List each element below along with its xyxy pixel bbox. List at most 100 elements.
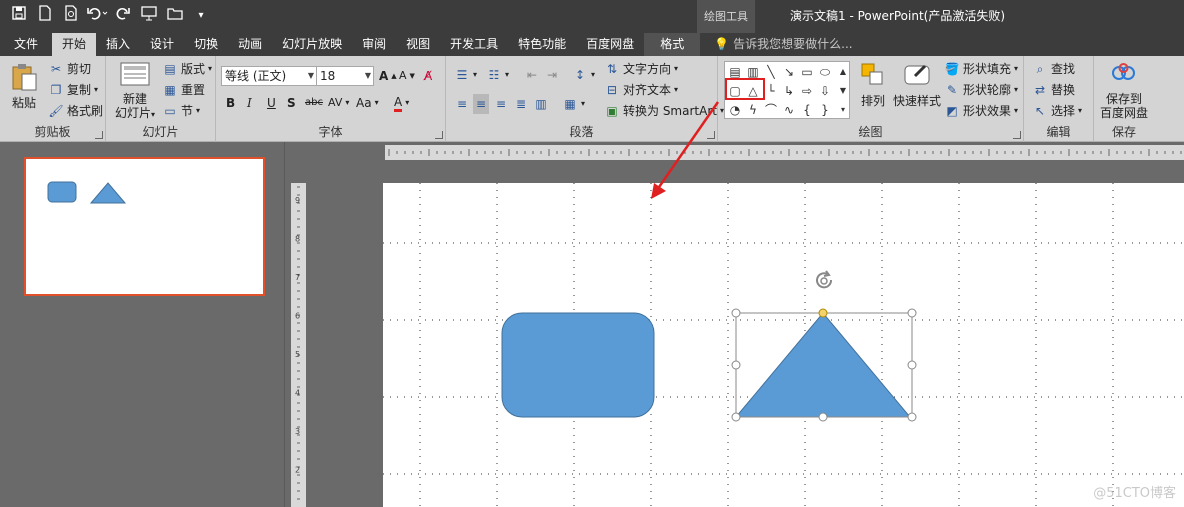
new-file-icon[interactable]: [34, 5, 56, 27]
tab-slideshow[interactable]: 幻灯片放映: [272, 33, 352, 56]
tab-format[interactable]: 格式: [644, 33, 701, 56]
tab-insert[interactable]: 插入: [96, 33, 140, 56]
justify-icon: ≣: [515, 97, 527, 111]
tab-design[interactable]: 设计: [140, 33, 184, 56]
left-brace-shape-icon[interactable]: {: [799, 102, 815, 118]
format-painter-button[interactable]: 🖌 格式刷: [48, 101, 103, 121]
cut-button[interactable]: ✂ 剪切: [48, 59, 91, 79]
font-launcher[interactable]: [435, 131, 443, 139]
slide-thumbnail-1[interactable]: [24, 157, 265, 296]
vertical-ruler[interactable]: 9 8 7 6 5 4 3 2: [291, 183, 306, 507]
shape-outline-button[interactable]: ✎ 形状轮廓 ▾: [944, 80, 1018, 100]
drawing-launcher[interactable]: [1013, 131, 1021, 139]
vertical-ruler-label: 9: [295, 196, 300, 205]
rectangle-shape-icon[interactable]: ▭: [799, 64, 815, 80]
increase-indent-button[interactable]: ⇥: [544, 65, 560, 85]
tab-animations[interactable]: 动画: [228, 33, 272, 56]
slide-canvas[interactable]: [383, 183, 1184, 507]
curve-shape-icon[interactable]: ∿: [781, 102, 797, 118]
right-arrow-shape-icon[interactable]: ⇨: [799, 83, 815, 99]
redo-icon[interactable]: [112, 5, 134, 27]
adjust-handle[interactable]: [818, 308, 828, 318]
grow-font-button[interactable]: A ▲: [379, 66, 397, 86]
strikethrough-button[interactable]: abc: [305, 93, 323, 113]
shape-fill-button[interactable]: 🪣 形状填充 ▾: [944, 59, 1019, 79]
right-brace-shape-icon[interactable]: }: [817, 102, 833, 118]
bold-button[interactable]: B: [226, 93, 235, 113]
align-center-button[interactable]: ≡: [473, 94, 489, 114]
shrink-font-button[interactable]: A ▼: [399, 66, 415, 86]
shape-effects-button[interactable]: ◩ 形状效果 ▾: [944, 101, 1018, 121]
slideshow-icon[interactable]: [138, 5, 160, 27]
change-case-button[interactable]: Aa ▾: [356, 93, 379, 113]
section-button[interactable]: ▭ 节 ▾: [162, 101, 200, 121]
replace-button[interactable]: ⇄ 替换: [1032, 80, 1075, 100]
elbow-arrow-shape-icon[interactable]: ↳: [781, 83, 797, 99]
justify-button[interactable]: ≣: [513, 94, 529, 114]
arrange-button[interactable]: 排列: [856, 60, 890, 122]
clear-format-button[interactable]: A̸: [424, 66, 432, 86]
decrease-indent-button[interactable]: ⇤: [524, 65, 540, 85]
underline-button[interactable]: U: [267, 93, 276, 113]
align-right-button[interactable]: ≡: [493, 94, 509, 114]
paragraph-launcher[interactable]: [707, 131, 715, 139]
quick-styles-button[interactable]: 快速样式: [893, 60, 941, 122]
align-text-button[interactable]: ⊟ 对齐文本 ▾: [604, 80, 678, 100]
quick-access-toolbar: ▾: [8, 5, 212, 27]
customize-icon[interactable]: ▾: [190, 5, 212, 27]
oval-shape-icon[interactable]: ⬭: [817, 64, 833, 80]
layout-button[interactable]: ▤ 版式 ▾: [162, 59, 212, 79]
arrow-line-shape-icon[interactable]: ↘: [781, 64, 797, 80]
tab-file[interactable]: 文件: [0, 33, 52, 56]
paste-button[interactable]: 粘贴: [6, 60, 42, 120]
change-case-label: Aa: [356, 96, 372, 110]
font-color-button[interactable]: A ▾: [394, 93, 409, 113]
tab-baidu[interactable]: 百度网盘: [576, 33, 644, 56]
down-arrow-shape-icon[interactable]: ⇩: [817, 83, 833, 99]
line-shape-icon[interactable]: ╲: [763, 64, 779, 80]
rounded-rectangle-shape[interactable]: [501, 312, 655, 418]
find-button[interactable]: ⌕ 查找: [1032, 59, 1075, 79]
save-to-baidu-button[interactable]: 保存到 百度网盘: [1096, 60, 1152, 122]
gallery-more-icon[interactable]: ▾: [835, 102, 851, 118]
tab-developer[interactable]: 开发工具: [440, 33, 508, 56]
reset-button[interactable]: ▦ 重置: [162, 80, 205, 100]
clipboard-launcher[interactable]: [95, 131, 103, 139]
copy-button[interactable]: ❐ 复制 ▾: [48, 80, 98, 100]
horizontal-ruler[interactable]: [385, 145, 1184, 160]
open-icon[interactable]: [164, 5, 186, 27]
tab-home[interactable]: 开始: [52, 33, 97, 56]
select-button[interactable]: ↖ 选择 ▾: [1032, 101, 1082, 121]
font-size-combo[interactable]: 18 ▼: [316, 66, 374, 86]
gallery-scroll-up-icon[interactable]: ▲: [835, 64, 851, 80]
distribute-button[interactable]: ▥: [533, 94, 549, 114]
elbow-connector-shape-icon[interactable]: └: [763, 83, 779, 99]
tab-view[interactable]: 视图: [396, 33, 440, 56]
arc-shape-icon[interactable]: ⌒: [763, 102, 779, 118]
new-slide-button[interactable]: 新建 幻灯片▾: [112, 60, 158, 122]
shadow-button[interactable]: S: [287, 93, 296, 113]
align-left-button[interactable]: ≡: [454, 94, 470, 114]
line-spacing-button[interactable]: ↕ ▾: [572, 65, 595, 85]
columns-button[interactable]: ▦ ▾: [562, 94, 585, 114]
gallery-scroll-down-icon[interactable]: ▼: [835, 83, 851, 99]
numbering-button[interactable]: ☷ ▾: [486, 65, 509, 85]
smartart-button[interactable]: ▣ 转换为 SmartArt ▾: [604, 101, 724, 121]
triangle-shape[interactable]: [734, 312, 912, 418]
pie-shape-icon[interactable]: ◔: [727, 102, 743, 118]
char-spacing-button[interactable]: AV ▾: [328, 93, 349, 113]
tab-review[interactable]: 审阅: [352, 33, 396, 56]
tell-me-box[interactable]: 💡 告诉我您想要做什么...: [700, 33, 852, 56]
tab-features[interactable]: 特色功能: [508, 33, 576, 56]
lightning-shape-icon[interactable]: ϟ: [745, 102, 761, 118]
font-name-combo[interactable]: 等线 (正文) ▼: [221, 66, 317, 86]
save-icon[interactable]: [8, 5, 30, 27]
italic-button[interactable]: I: [247, 93, 252, 113]
undo-icon[interactable]: [86, 5, 108, 27]
rotate-handle-icon[interactable]: [816, 270, 833, 289]
text-direction-button[interactable]: ⇅ 文字方向 ▾: [604, 59, 678, 79]
bullets-button[interactable]: ☰ ▾: [454, 65, 477, 85]
print-preview-icon[interactable]: [60, 5, 82, 27]
new-slide-icon: [120, 62, 150, 86]
tab-transitions[interactable]: 切换: [184, 33, 228, 56]
